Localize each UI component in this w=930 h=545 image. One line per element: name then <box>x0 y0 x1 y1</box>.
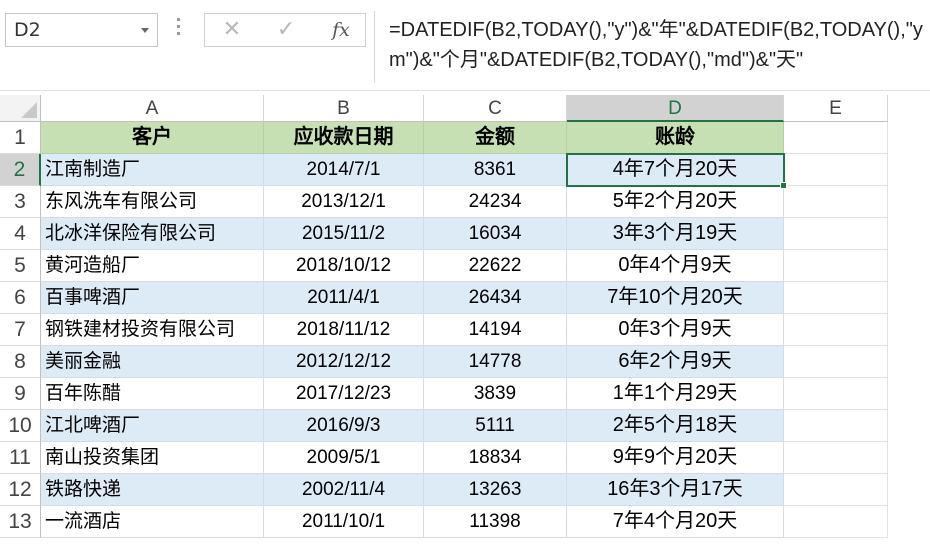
header-cell-age[interactable]: 账龄 <box>567 122 784 154</box>
more-options-icon[interactable] <box>175 18 181 42</box>
formula-buttons: ✕ ✓ fx <box>204 13 366 47</box>
name-box-value: D2 <box>14 19 41 41</box>
cell-empty[interactable] <box>784 410 888 442</box>
cell-customer[interactable]: 美丽金融 <box>41 346 264 378</box>
column-header-a[interactable]: A <box>41 95 264 122</box>
divider <box>0 90 930 91</box>
cell-due-date[interactable]: 2017/12/23 <box>264 378 424 410</box>
cell-empty[interactable] <box>784 378 888 410</box>
cell-due-date[interactable]: 2016/9/3 <box>264 410 424 442</box>
row-header-10[interactable]: 10 <box>0 410 41 442</box>
cell-empty[interactable] <box>784 186 888 218</box>
column-header-d[interactable]: D <box>567 95 784 122</box>
cell-customer[interactable]: 铁路快递 <box>41 474 264 506</box>
row-header-5[interactable]: 5 <box>0 250 41 282</box>
cell-amount[interactable]: 16034 <box>424 218 567 250</box>
cell-customer[interactable]: 百年陈醋 <box>41 378 264 410</box>
cell-amount[interactable]: 26434 <box>424 282 567 314</box>
formula-input[interactable]: =DATEDIF(B2,TODAY(),"y")&"年"&DATEDIF(B2,… <box>374 11 930 83</box>
spreadsheet-grid: A B C D E 1 客户 应收款日期 金额 账龄 2 江南制造厂 2014/7/1 8361 4年7个月… <box>0 95 930 545</box>
cell-age[interactable]: 9年9个月20天 <box>567 442 784 474</box>
cell-age[interactable]: 7年10个月20天 <box>567 282 784 314</box>
cell-customer[interactable]: 百事啤酒厂 <box>41 282 264 314</box>
row-header-9[interactable]: 9 <box>0 378 41 410</box>
column-header-b[interactable]: B <box>264 95 424 122</box>
cell-amount[interactable]: 18834 <box>424 442 567 474</box>
row-header-2[interactable]: 2 <box>0 154 41 186</box>
cell-empty[interactable] <box>784 346 888 378</box>
cell-age[interactable]: 3年3个月19天 <box>567 218 784 250</box>
name-box[interactable]: D2 <box>5 13 158 47</box>
cell-due-date[interactable]: 2011/10/1 <box>264 506 424 538</box>
select-all-button[interactable] <box>0 95 41 122</box>
cell-customer[interactable]: 北冰洋保险有限公司 <box>41 218 264 250</box>
cell-due-date[interactable]: 2012/12/12 <box>264 346 424 378</box>
cell-customer[interactable]: 钢铁建材投资有限公司 <box>41 314 264 346</box>
header-cell-amount[interactable]: 金额 <box>424 122 567 154</box>
cell-age[interactable]: 6年2个月9天 <box>567 346 784 378</box>
column-header-c[interactable]: C <box>424 95 567 122</box>
cell-amount[interactable]: 22622 <box>424 250 567 282</box>
cell-empty[interactable] <box>784 474 888 506</box>
cell-amount[interactable]: 14194 <box>424 314 567 346</box>
row-header-3[interactable]: 3 <box>0 186 41 218</box>
insert-function-icon[interactable]: fx <box>323 14 359 46</box>
cell-customer[interactable]: 东风洗车有限公司 <box>41 186 264 218</box>
cell-amount[interactable]: 8361 <box>424 154 567 186</box>
cell-amount[interactable]: 11398 <box>424 506 567 538</box>
cell-age[interactable]: 1年1个月29天 <box>567 378 784 410</box>
row-header-12[interactable]: 12 <box>0 474 41 506</box>
cell-age[interactable]: 4年7个月20天 <box>567 154 784 186</box>
cell-empty[interactable] <box>784 250 888 282</box>
cell-customer[interactable]: 江南制造厂 <box>41 154 264 186</box>
enter-icon[interactable]: ✓ <box>271 14 301 46</box>
chevron-down-icon[interactable] <box>141 28 149 33</box>
cell-due-date[interactable]: 2015/11/2 <box>264 218 424 250</box>
row-header-4[interactable]: 4 <box>0 218 41 250</box>
column-header-e[interactable]: E <box>784 95 888 122</box>
row-header-6[interactable]: 6 <box>0 282 41 314</box>
cell-due-date[interactable]: 2018/11/12 <box>264 314 424 346</box>
header-cell-customer[interactable]: 客户 <box>41 122 264 154</box>
row-header-1[interactable]: 1 <box>0 122 41 154</box>
cell-age[interactable]: 2年5个月18天 <box>567 410 784 442</box>
cell-due-date[interactable]: 2013/12/1 <box>264 186 424 218</box>
cell-due-date[interactable]: 2002/11/4 <box>264 474 424 506</box>
cell-empty[interactable] <box>784 282 888 314</box>
cell-due-date[interactable]: 2018/10/12 <box>264 250 424 282</box>
cell-amount[interactable]: 3839 <box>424 378 567 410</box>
cell-amount[interactable]: 13263 <box>424 474 567 506</box>
row-header-8[interactable]: 8 <box>0 346 41 378</box>
cell-due-date[interactable]: 2009/5/1 <box>264 442 424 474</box>
cell-customer[interactable]: 南山投资集团 <box>41 442 264 474</box>
cell-age[interactable]: 0年3个月9天 <box>567 314 784 346</box>
fill-handle[interactable] <box>780 182 787 189</box>
row-header-7[interactable]: 7 <box>0 314 41 346</box>
cell-age[interactable]: 7年4个月20天 <box>567 506 784 538</box>
cell-amount[interactable]: 14778 <box>424 346 567 378</box>
cell-customer[interactable]: 黄河造船厂 <box>41 250 264 282</box>
cancel-icon[interactable]: ✕ <box>217 14 247 46</box>
cell-empty[interactable] <box>784 442 888 474</box>
formula-bar: D2 ✕ ✓ fx =DATEDIF(B2,TODAY(),"y")&"年"&D… <box>0 0 930 92</box>
cell-age[interactable]: 0年4个月9天 <box>567 250 784 282</box>
cell-age[interactable]: 16年3个月17天 <box>567 474 784 506</box>
cell-due-date[interactable]: 2011/4/1 <box>264 282 424 314</box>
cell-empty[interactable] <box>784 154 888 186</box>
row-header-13[interactable]: 13 <box>0 506 41 538</box>
cell-empty[interactable] <box>784 314 888 346</box>
cell-due-date[interactable]: 2014/7/1 <box>264 154 424 186</box>
cell-customer[interactable]: 江北啤酒厂 <box>41 410 264 442</box>
cell-empty[interactable] <box>784 122 888 154</box>
cell-empty[interactable] <box>784 218 888 250</box>
cell-empty[interactable] <box>784 506 888 538</box>
cell-amount[interactable]: 5111 <box>424 410 567 442</box>
cell-amount[interactable]: 24234 <box>424 186 567 218</box>
cell-customer[interactable]: 一流酒店 <box>41 506 264 538</box>
row-header-11[interactable]: 11 <box>0 442 41 474</box>
header-cell-due-date[interactable]: 应收款日期 <box>264 122 424 154</box>
cell-age[interactable]: 5年2个月20天 <box>567 186 784 218</box>
